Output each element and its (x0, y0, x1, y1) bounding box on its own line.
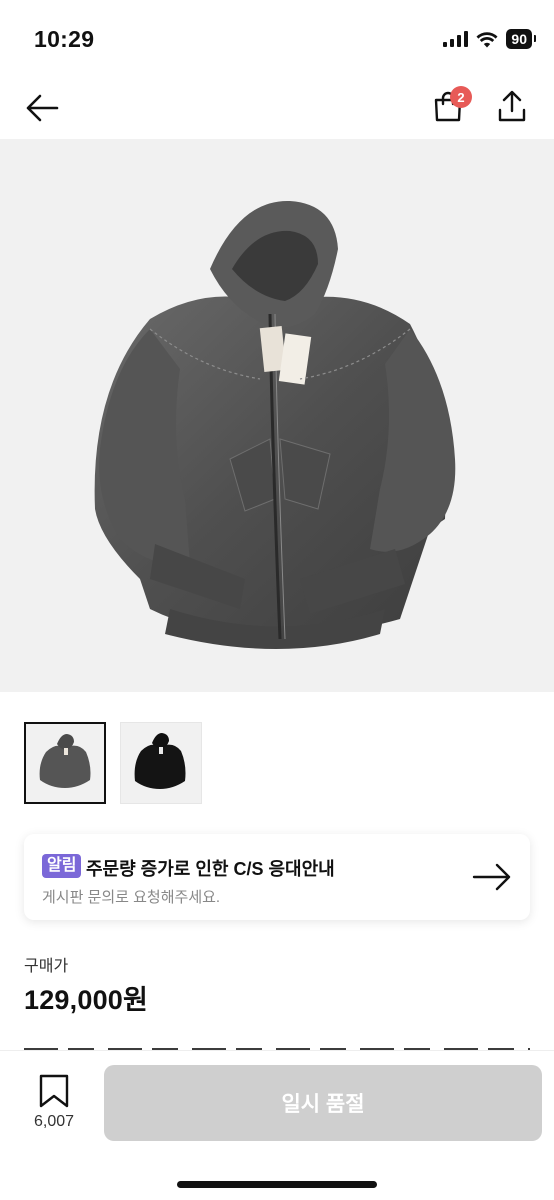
back-button[interactable] (20, 86, 64, 130)
signal-icon (443, 31, 469, 47)
bookmark-icon (39, 1074, 69, 1108)
status-time: 10:29 (34, 26, 95, 52)
notice-subtitle: 게시판 문의로 요청해주세요. (42, 889, 221, 906)
wifi-icon (476, 31, 498, 47)
product-detail-page: 10:29 90 2 알림 주문량 증가로 인한 C/S 응대안내 게시판 문의… (0, 0, 554, 1200)
bookmark-count: 6,007 (33, 1113, 75, 1130)
hoodie-illustration (94, 200, 456, 649)
hoodie-thumbnail-grey (26, 724, 104, 802)
arrow-right-icon (472, 863, 511, 891)
arrow-left-icon (26, 94, 59, 122)
thumbnail-black[interactable] (120, 722, 202, 804)
price-value: 129,000원 (24, 985, 149, 1015)
notice-tag: 알림 (42, 854, 82, 878)
cart-badge: 2 (450, 86, 472, 108)
notice-title: 주문량 증가로 인한 C/S 응대안내 (86, 859, 335, 879)
share-button[interactable] (490, 84, 534, 128)
battery-indicator: 90 (506, 29, 536, 49)
soldout-button[interactable]: 일시 품절 (104, 1065, 542, 1141)
status-bar: 10:29 90 (0, 0, 554, 80)
home-indicator (177, 1181, 377, 1188)
thumbnail-strip (24, 722, 202, 804)
product-image[interactable] (0, 139, 554, 692)
top-nav (0, 80, 554, 138)
bookmark-button[interactable]: 6,007 (24, 1073, 84, 1139)
cs-notice-card[interactable]: 알림 주문량 증가로 인한 C/S 응대안내 게시판 문의로 요청해주세요. (24, 834, 530, 920)
status-icons: 90 (443, 29, 536, 49)
share-icon (498, 90, 526, 122)
price-label: 구매가 (24, 958, 69, 975)
thumbnail-charcoal[interactable] (24, 722, 106, 804)
bottom-action-bar: 6,007 일시 품절 (0, 1050, 554, 1200)
hoodie-thumbnail-black (121, 723, 201, 803)
